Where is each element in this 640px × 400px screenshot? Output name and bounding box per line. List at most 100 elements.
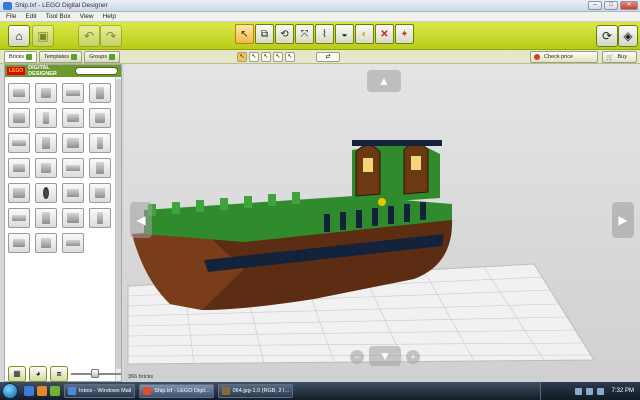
tab-bricks[interactable]: Bricks: [4, 51, 37, 63]
shape-select-icon[interactable]: ↖: [285, 52, 295, 62]
palette-tabs: Bricks Templates Groups: [4, 51, 121, 63]
bricks-view-icon[interactable]: ▦: [8, 366, 26, 382]
menu-view[interactable]: View: [80, 13, 94, 20]
ie-icon[interactable]: [24, 386, 34, 396]
pan-right-button[interactable]: ▶: [612, 202, 634, 238]
desktop-icon[interactable]: [50, 386, 60, 396]
connected-select-icon[interactable]: ↖: [261, 52, 271, 62]
hinge-icon[interactable]: ⟲: [275, 24, 294, 44]
start-button[interactable]: [2, 383, 18, 399]
menu-file[interactable]: File: [6, 13, 16, 20]
select-arrow-icon[interactable]: ↖: [235, 24, 254, 44]
palette-brick[interactable]: [62, 158, 84, 178]
brick-icon: [41, 88, 51, 98]
tab-groups[interactable]: Groups: [84, 51, 121, 63]
ship-scene: [127, 140, 595, 365]
delete-icon[interactable]: ✕: [375, 24, 394, 44]
zoom-out-button[interactable]: −: [350, 350, 364, 364]
palette-brick[interactable]: [8, 183, 30, 203]
palette-brick[interactable]: [35, 133, 57, 153]
brick-icon: [66, 240, 80, 246]
hinge-align-icon[interactable]: ⤧: [295, 24, 314, 44]
palette-brick[interactable]: [8, 133, 30, 153]
paint-icon[interactable]: ◒: [335, 24, 354, 44]
clock[interactable]: 7:32 PM: [612, 388, 634, 394]
pan-up-button[interactable]: ▲: [367, 70, 401, 92]
media-icon[interactable]: [37, 386, 47, 396]
view-mode-icon[interactable]: ◈: [618, 25, 638, 47]
tab-templates[interactable]: Templates: [38, 51, 83, 63]
color-view-icon[interactable]: ◕: [29, 366, 47, 382]
minimize-button[interactable]: –: [588, 1, 602, 10]
build-viewport[interactable]: ▲ ◀ ▶ ▼ − + 366 bricks: [124, 64, 640, 382]
palette-brick[interactable]: [35, 158, 57, 178]
window-title: Ship.lxf - LEGO Digital Designer: [15, 2, 108, 9]
slider-knob[interactable]: [91, 369, 99, 378]
check-price-button[interactable]: Check price: [530, 51, 598, 63]
maximize-button[interactable]: □: [604, 1, 618, 10]
menu-toolbox[interactable]: Tool Box: [46, 13, 71, 20]
brick-icon: [95, 113, 105, 123]
palette-search-input[interactable]: [75, 67, 118, 75]
buy-button[interactable]: 🛒 Buy: [602, 51, 637, 63]
palette-brick[interactable]: [62, 108, 84, 128]
house-icon[interactable]: ⌂: [8, 25, 30, 47]
palette-brick[interactable]: [35, 233, 57, 253]
multi-select-icon[interactable]: ↖: [249, 52, 259, 62]
palette-scroll-thumb[interactable]: [116, 79, 121, 369]
brick-icon: [67, 189, 79, 197]
pan-down-button[interactable]: ▼: [369, 346, 401, 366]
hide-icon[interactable]: ◐: [355, 24, 374, 44]
task-gimp[interactable]: 064.jpg-1.0 (RGB, 2 I...: [217, 384, 294, 398]
single-select-icon[interactable]: ↖: [237, 52, 247, 62]
close-button[interactable]: ✕: [620, 1, 638, 10]
tab-groups-label: Groups: [89, 54, 108, 60]
palette-brick[interactable]: [8, 208, 30, 228]
flex-icon[interactable]: ⌇: [315, 24, 334, 44]
menu-help[interactable]: Help: [103, 13, 116, 20]
palette-brick[interactable]: [62, 133, 84, 153]
zoom-in-button[interactable]: +: [406, 350, 420, 364]
filter-view-icon[interactable]: ⧈: [50, 366, 68, 382]
palette-brick[interactable]: [8, 108, 30, 128]
palette-brick[interactable]: [89, 108, 111, 128]
palette-brick[interactable]: [8, 158, 30, 178]
network-icon[interactable]: [574, 387, 582, 395]
task-lego[interactable]: Ship.lxf - LEGO Digit...: [139, 384, 214, 398]
security-icon[interactable]: [596, 387, 604, 395]
palette-brick[interactable]: [62, 183, 84, 203]
invert-selection-icon[interactable]: ⇄: [316, 52, 340, 62]
palette-brick[interactable]: [62, 233, 84, 253]
save-icon[interactable]: ▣: [32, 25, 54, 47]
palette-brick[interactable]: [89, 183, 111, 203]
palette-brick[interactable]: [62, 208, 84, 228]
palette-brick[interactable]: [89, 83, 111, 103]
palette-brick[interactable]: [8, 233, 30, 253]
palette-brick[interactable]: [35, 183, 57, 203]
palette-brick[interactable]: [35, 208, 57, 228]
pan-left-button[interactable]: ◀: [130, 202, 152, 238]
palette-scrollbar[interactable]: [115, 77, 121, 381]
menu-edit[interactable]: Edit: [25, 13, 36, 20]
palette-brick[interactable]: [89, 158, 111, 178]
building-guide-icon[interactable]: ⟳: [596, 25, 618, 47]
bricks-tab-icon: [25, 54, 32, 60]
palette-brick[interactable]: [62, 83, 84, 103]
decoration-icon[interactable]: ✦: [395, 24, 414, 44]
palette-brick[interactable]: [89, 208, 111, 228]
color-select-icon[interactable]: ↖: [273, 52, 283, 62]
palette-brick[interactable]: [89, 133, 111, 153]
palette-brick[interactable]: [8, 83, 30, 103]
brick-size-slider[interactable]: [71, 368, 121, 380]
task-mail[interactable]: Inbox - Windows Mail: [64, 384, 136, 398]
brick-icon: [66, 165, 80, 171]
palette-brick[interactable]: [35, 108, 57, 128]
windows-taskbar: Inbox - Windows Mail Ship.lxf - LEGO Dig…: [0, 382, 640, 400]
sub-toolbar: Bricks Templates Groups ↖ ↖ ↖ ↖ ↖ ⇄ Chec…: [0, 50, 640, 64]
redo-icon[interactable]: ↷: [100, 25, 122, 47]
undo-icon[interactable]: ↶: [78, 25, 100, 47]
volume-icon[interactable]: [585, 387, 593, 395]
clone-icon[interactable]: ⧉: [255, 24, 274, 44]
brick-count-status: 366 bricks: [128, 374, 154, 380]
palette-brick[interactable]: [35, 83, 57, 103]
